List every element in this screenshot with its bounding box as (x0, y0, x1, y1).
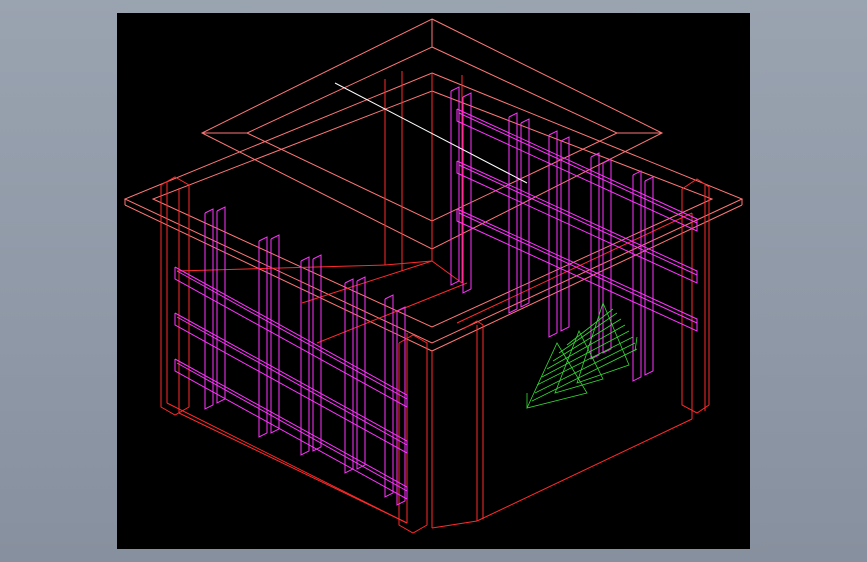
left-walers (174, 266, 408, 500)
box-body (160, 71, 710, 534)
isometric-formwork-drawing (123, 18, 744, 534)
left-studs (204, 206, 406, 506)
watermark-logo (526, 301, 638, 409)
right-studs (450, 86, 654, 382)
rstud-group-2 (508, 112, 530, 314)
right-walers (456, 108, 698, 332)
highlight-edge (334, 82, 528, 184)
rstud-group-1 (450, 86, 472, 294)
stud-group-3 (300, 254, 322, 456)
rstud-group-3 (548, 130, 570, 338)
stud-group-1 (204, 206, 226, 410)
cad-viewport[interactable] (117, 13, 750, 549)
